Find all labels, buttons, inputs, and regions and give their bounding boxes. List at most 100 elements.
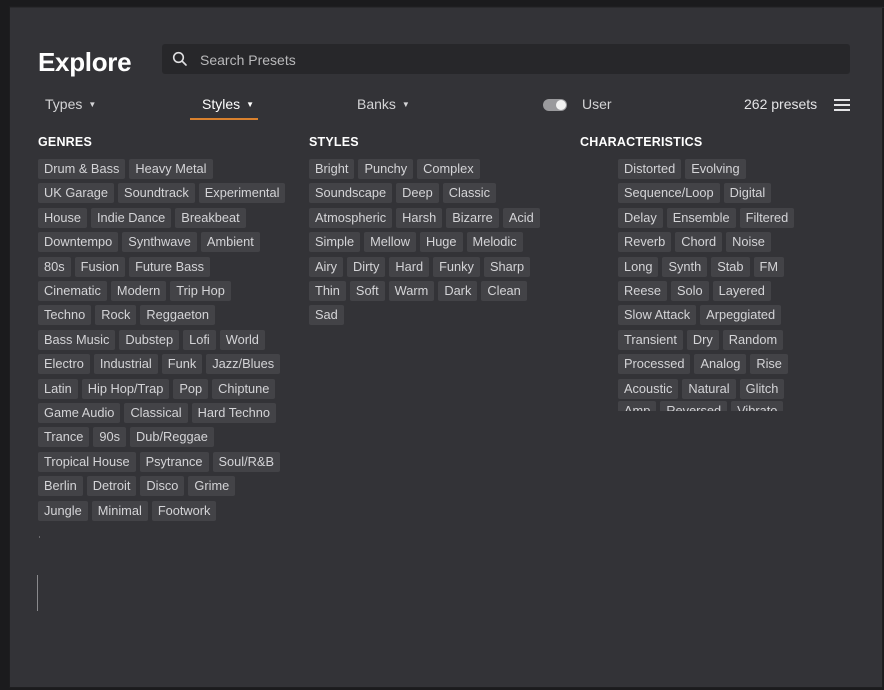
- tag-random[interactable]: Random: [722, 329, 784, 350]
- tag-sad[interactable]: Sad: [309, 305, 344, 326]
- tag-processed[interactable]: Processed: [618, 354, 691, 375]
- tag-ambient[interactable]: Ambient: [200, 232, 260, 253]
- tag-grime[interactable]: Grime: [188, 476, 236, 497]
- tag-warm[interactable]: Warm: [388, 281, 435, 301]
- tag-trance[interactable]: Trance: [38, 427, 90, 448]
- tag-acid[interactable]: Acid: [502, 207, 540, 228]
- search-bar[interactable]: [162, 44, 850, 74]
- tag-minimal[interactable]: Minimal: [91, 500, 148, 521]
- tag-complex[interactable]: Complex: [417, 159, 480, 179]
- tag-acoustic[interactable]: Acoustic: [618, 378, 679, 399]
- tag-rise[interactable]: Rise: [750, 354, 788, 375]
- tag-slow-attack[interactable]: Slow Attack: [618, 305, 697, 326]
- tag-evolving[interactable]: Evolving: [685, 159, 746, 179]
- tag-deep[interactable]: Deep: [396, 183, 439, 204]
- tag-dirty[interactable]: Dirty: [347, 256, 386, 277]
- tag-sharp[interactable]: Sharp: [483, 256, 531, 277]
- tab-styles[interactable]: Styles ▼: [202, 96, 254, 112]
- tag-simple[interactable]: Simple: [309, 232, 361, 253]
- tag-reese[interactable]: Reese: [618, 281, 667, 301]
- tag-sequence-loop[interactable]: Sequence/Loop: [618, 183, 720, 204]
- tag-vibrato[interactable]: Vibrato: [731, 401, 784, 411]
- tag-glitch[interactable]: Glitch: [739, 378, 785, 399]
- tag-drum-bass[interactable]: Drum & Bass: [38, 159, 126, 179]
- tag-bright[interactable]: Bright: [309, 159, 355, 179]
- tag-transient[interactable]: Transient: [618, 329, 683, 350]
- tag-funky[interactable]: Funky: [433, 256, 480, 277]
- tag-chord[interactable]: Chord: [675, 232, 723, 253]
- tag-pop[interactable]: Pop: [173, 378, 209, 399]
- tag-mellow[interactable]: Mellow: [364, 232, 416, 253]
- tag-huge[interactable]: Huge: [419, 232, 463, 253]
- user-toggle[interactable]: [543, 99, 567, 111]
- tag-soundscape[interactable]: Soundscape: [309, 183, 393, 204]
- tag-reggaeton[interactable]: Reggaeton: [140, 305, 216, 326]
- tag-cinematic[interactable]: Cinematic: [38, 281, 107, 301]
- tag-heavy-metal[interactable]: Heavy Metal: [129, 159, 213, 179]
- tag-dub-reggae[interactable]: Dub/Reggae: [130, 427, 214, 448]
- tag-modern[interactable]: Modern: [110, 281, 167, 301]
- tag-soul-r-b[interactable]: Soul/R&B: [212, 451, 280, 472]
- tag-classical[interactable]: Classical: [124, 403, 188, 423]
- tag-jazz-blues[interactable]: Jazz/Blues: [206, 354, 281, 375]
- tag-game-audio[interactable]: Game Audio: [38, 403, 121, 423]
- tag-melodic[interactable]: Melodic: [466, 232, 523, 253]
- search-input[interactable]: [198, 48, 802, 72]
- tag-indie-dance[interactable]: Indie Dance: [91, 207, 172, 228]
- tag-berlin[interactable]: Berlin: [38, 476, 83, 497]
- tag-industrial[interactable]: Industrial: [93, 354, 158, 375]
- tag-breakbeat[interactable]: Breakbeat: [175, 207, 246, 228]
- tag-dark[interactable]: Dark: [438, 281, 478, 301]
- tag-noise[interactable]: Noise: [726, 232, 771, 253]
- tag-airy[interactable]: Airy: [309, 256, 344, 277]
- tag-punchy[interactable]: Punchy: [358, 159, 414, 179]
- tag-psytrance[interactable]: Psytrance: [139, 451, 209, 472]
- tag-natural[interactable]: Natural: [682, 378, 736, 399]
- tag-stab[interactable]: Stab: [711, 256, 750, 277]
- tag-filtered[interactable]: Filtered: [739, 207, 795, 228]
- tag-house[interactable]: House: [38, 207, 87, 228]
- tag-trip-hop[interactable]: Trip Hop: [170, 281, 231, 301]
- tag-classic[interactable]: Classic: [442, 183, 496, 204]
- tag-solo[interactable]: Solo: [671, 281, 709, 301]
- tag-experimental[interactable]: Experimental: [198, 183, 286, 204]
- tag-harsh[interactable]: Harsh: [396, 207, 443, 228]
- tag-80s[interactable]: 80s: [38, 256, 71, 277]
- tag-bass-music[interactable]: Bass Music: [38, 329, 116, 350]
- tag-bizarre[interactable]: Bizarre: [446, 207, 499, 228]
- tag-fm[interactable]: FM: [753, 256, 785, 277]
- tag-distorted[interactable]: Distorted: [618, 159, 682, 179]
- tag-lofi[interactable]: Lofi: [183, 329, 216, 350]
- tag-tropical-house[interactable]: Tropical House: [38, 451, 136, 472]
- tag-delay[interactable]: Delay: [618, 207, 663, 228]
- tag-fusion[interactable]: Fusion: [74, 256, 126, 277]
- tag-clean[interactable]: Clean: [481, 281, 527, 301]
- tag-atmospheric[interactable]: Atmospheric: [309, 207, 393, 228]
- tag-ensemble[interactable]: Ensemble: [666, 207, 736, 228]
- tag-soft[interactable]: Soft: [349, 281, 385, 301]
- tag-rock[interactable]: Rock: [95, 305, 137, 326]
- tag-dry[interactable]: Dry: [686, 329, 719, 350]
- tag-arpeggiated[interactable]: Arpeggiated: [700, 305, 782, 326]
- tag-disco[interactable]: Disco: [140, 476, 185, 497]
- tag-latin[interactable]: Latin: [38, 378, 78, 399]
- tag-hard[interactable]: Hard: [389, 256, 430, 277]
- tag-synthwave[interactable]: Synthwave: [122, 232, 197, 253]
- tag-reversed[interactable]: Reversed: [660, 401, 728, 411]
- tag-long[interactable]: Long: [618, 256, 659, 277]
- list-menu-icon[interactable]: [834, 99, 850, 111]
- tag-analog[interactable]: Analog: [694, 354, 747, 375]
- tab-banks[interactable]: Banks ▼: [357, 96, 410, 112]
- tag-jungle[interactable]: Jungle: [38, 500, 88, 521]
- tag-electro[interactable]: Electro: [38, 354, 90, 375]
- tag-dubstep[interactable]: Dubstep: [119, 329, 180, 350]
- tag-hip-hop-trap[interactable]: Hip Hop/Trap: [81, 378, 170, 399]
- tag-future-bass[interactable]: Future Bass: [129, 256, 211, 277]
- tag-amp[interactable]: Amp: [618, 401, 657, 411]
- tag-downtempo[interactable]: Downtempo: [38, 232, 119, 253]
- tag-detroit[interactable]: Detroit: [86, 476, 137, 497]
- tag-90s[interactable]: 90s: [93, 427, 126, 448]
- tag-footwork[interactable]: Footwork: [151, 500, 217, 521]
- tag-world[interactable]: World: [219, 329, 265, 350]
- tag-thin[interactable]: Thin: [309, 281, 346, 301]
